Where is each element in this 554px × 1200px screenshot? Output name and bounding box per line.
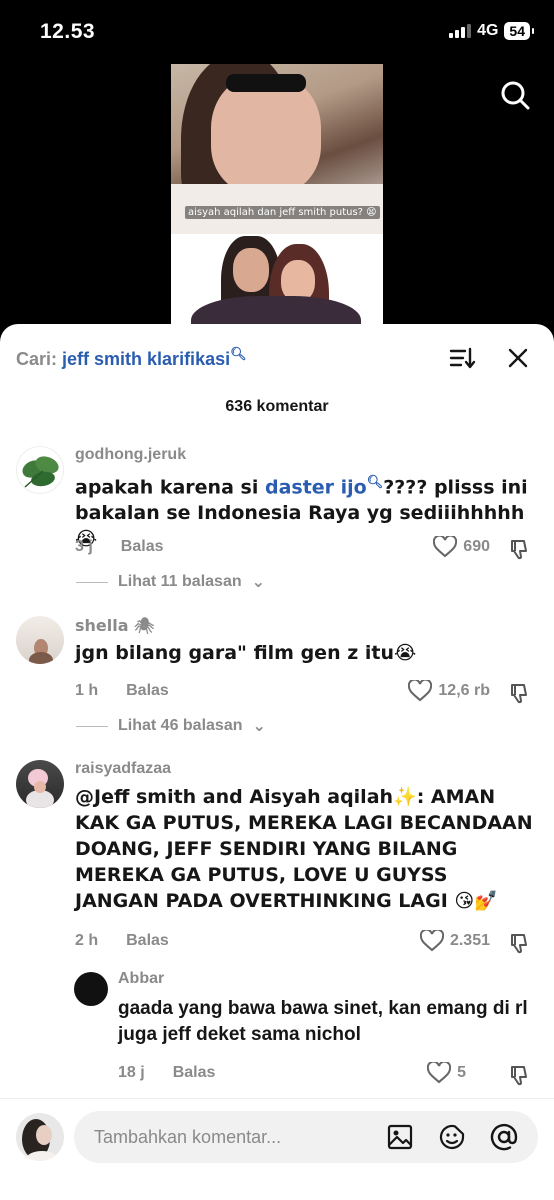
comment-input[interactable] [94,1123,374,1151]
like-count: 5 [457,1064,466,1081]
mention-icon[interactable] [490,1123,518,1151]
avatar[interactable] [16,616,64,664]
comment-username[interactable]: shella 🕷 [75,616,154,635]
like-count: 690 [463,538,490,555]
search-small-icon: 🔍︎ [230,346,247,361]
heart-icon [427,1062,452,1084]
like-button[interactable]: 12,6 rb [408,680,490,702]
video-preview[interactable]: aisyah aqilah dan jeff smith putus? 😫 [0,64,554,334]
comment-text: jgn bilang gara" film gen z itu😭 [75,642,417,664]
search-suggestion[interactable]: Cari: jeff smith klarifikasi🔍︎ [16,346,247,370]
view-replies-label: Lihat 46 balasan [118,717,243,734]
avatar[interactable] [74,972,108,1006]
battery-icon: 54 [504,22,534,40]
status-time: 12.53 [40,20,96,43]
search-keyword-link[interactable]: daster ijo [265,476,367,498]
dislike-icon[interactable] [510,932,532,954]
network-label: 4G [477,22,499,39]
comments-header: Cari: jeff smith klarifikasi🔍︎ [0,324,554,390]
chevron-down-icon: ⌄ [252,718,266,735]
video-caption: aisyah aqilah dan jeff smith putus? 😫 [185,206,380,219]
dislike-icon[interactable] [510,682,532,704]
dislike-icon[interactable] [510,538,532,560]
reply-button[interactable]: Balas [121,538,164,556]
heart-icon [419,930,444,952]
view-replies-button[interactable]: Lihat 46 balasan ⌄ [76,716,266,736]
avatar[interactable] [16,446,64,494]
comment-text: gaada yang bawa bawa sinet, kan emang di… [118,998,528,1045]
reply-button[interactable]: Balas [173,1064,216,1082]
comment-time: 18 j [118,1064,145,1081]
like-count: 12,6 rb [438,682,490,699]
comment-username[interactable]: raisyadfazaa [75,760,171,778]
emoji-icon[interactable] [438,1123,466,1151]
comment-text: @Jeff smith and Aisyah aqilah✨: AMAN KAK… [75,786,533,912]
status-bar: 12.53 4G 54 [0,0,554,64]
heart-icon [408,680,433,702]
comment-composer [0,1098,554,1200]
comment-meta: 18 j Balas [118,1064,215,1082]
comment-time: 2 h [75,932,99,949]
signal-icon [449,24,472,38]
search-small-icon: 🔍︎ [366,475,384,490]
status-indicators: 4G 54 [449,22,534,40]
like-button[interactable]: 2.351 [419,930,490,952]
comment-username[interactable]: godhong.jeruk [75,446,186,464]
comment-time: 3 j [75,538,93,555]
view-replies-label: Lihat 11 balasan [118,573,242,590]
avatar[interactable] [16,760,64,808]
image-icon[interactable] [386,1123,414,1151]
video-thumbnail-top: aisyah aqilah dan jeff smith putus? 😫 [171,64,383,234]
heart-icon [433,536,458,558]
comment-meta: 2 h Balas [75,932,169,950]
like-button[interactable]: 5 [427,1062,466,1084]
reply-button[interactable]: Balas [126,932,169,950]
search-query-link[interactable]: jeff smith klarifikasi [62,349,230,369]
search-icon[interactable] [498,78,532,112]
comment-text-part: apakah karena si [75,476,265,499]
search-prefix: Cari: [16,349,58,369]
chevron-down-icon: ⌄ [251,574,266,591]
comments-sheet: Cari: jeff smith klarifikasi🔍︎ 636 komen… [0,324,554,1200]
comment-time: 1 h [75,682,99,699]
comment-count: 636 komentar [225,398,329,415]
dislike-icon[interactable] [510,1064,532,1086]
comment-username[interactable]: Abbar [118,970,164,988]
comment-input-container[interactable] [74,1111,538,1163]
view-replies-button[interactable]: Lihat 11 balasan ⌄ [76,572,265,592]
video-thumbnail-bottom [171,234,383,334]
comment-meta: 3 j Balas [75,538,164,556]
comment-meta: 1 h Balas [75,682,169,700]
like-count: 2.351 [449,932,490,949]
reply-button[interactable]: Balas [126,682,169,700]
avatar[interactable] [16,1113,64,1161]
sort-icon[interactable] [448,344,476,372]
like-button[interactable]: 690 [433,536,490,558]
close-icon[interactable] [504,344,532,372]
